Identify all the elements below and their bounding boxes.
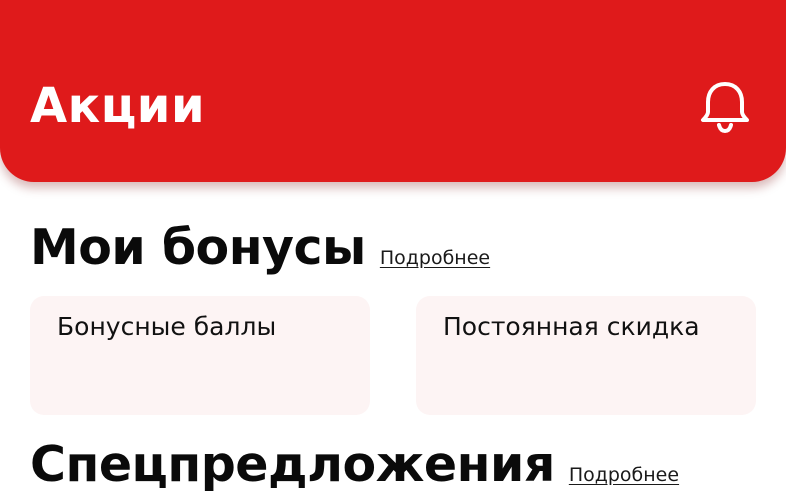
permanent-discount-card[interactable]: Постоянная скидка [416, 296, 756, 415]
special-offers-title: Спецпредложения [30, 436, 555, 493]
bonuses-title: Мои бонусы [30, 219, 366, 276]
permanent-discount-label: Постоянная скидка [443, 312, 700, 341]
bonuses-section-header: Мои бонусы Подробнее [30, 220, 490, 276]
special-offers-section-header: Спецпредложения Подробнее [30, 437, 679, 493]
bonuses-more-link[interactable]: Подробнее [380, 247, 490, 269]
app-header: Акции [0, 0, 786, 182]
promotions-screen: Акции Мои бонусы Подробнее Бонусные балл… [0, 0, 786, 494]
bonus-points-label: Бонусные баллы [57, 312, 277, 341]
page-title: Акции [30, 78, 206, 134]
notifications-button[interactable] [696, 76, 754, 136]
special-offers-more-link[interactable]: Подробнее [569, 464, 679, 486]
bell-icon [701, 82, 749, 134]
bonus-points-card[interactable]: Бонусные баллы [30, 296, 370, 415]
